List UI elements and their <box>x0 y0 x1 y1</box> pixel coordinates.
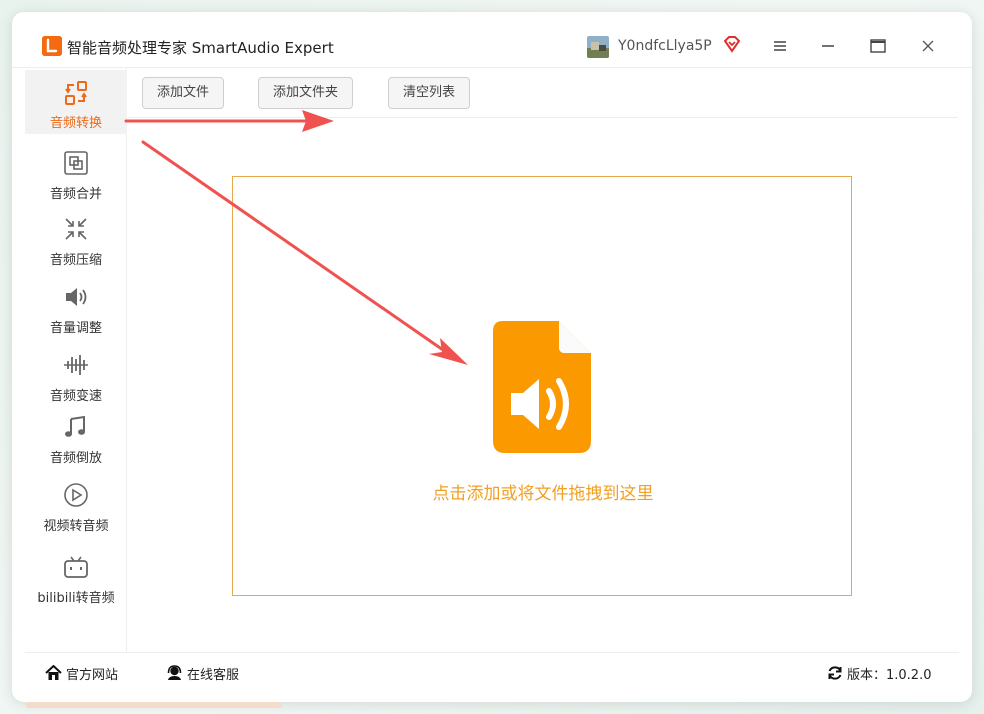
sidebar-item-label: 音频变速 <box>49 389 102 404</box>
sidebar: 音频转换 音频合并 音频压缩 音量调整 音频变速 音频倒放 视频转音频 bili… <box>25 68 127 652</box>
music-note-icon <box>65 415 85 437</box>
sidebar-item-label: 音频合并 <box>49 187 102 202</box>
official-website-link[interactable]: 官方网站 <box>45 663 118 683</box>
convert-icon <box>65 81 87 105</box>
sidebar-item-label: bilibili转音频 <box>37 591 115 606</box>
vip-diamond-icon[interactable] <box>722 34 742 58</box>
minimize-button[interactable] <box>818 36 838 56</box>
sidebar-item-video-to-audio[interactable]: 视频转音频 <box>25 480 127 544</box>
sidebar-item-label: 音频转换 <box>49 116 102 131</box>
title-bar: 智能音频处理专家 SmartAudio Expert Y0ndfcLlya5P <box>12 12 972 68</box>
sidebar-item-audio-merge[interactable]: 音频合并 <box>25 144 127 208</box>
add-folder-button[interactable]: 添加文件夹 <box>258 77 354 109</box>
close-button[interactable] <box>918 36 938 56</box>
speed-icon <box>64 355 88 375</box>
file-drop-zone[interactable]: 点击添加或将文件拖拽到这里 <box>232 176 852 596</box>
taskbar-strip <box>26 702 282 708</box>
audio-file-icon <box>493 321 591 453</box>
footer: 官方网站 在线客服 版本：1.0.2.0 <box>25 652 959 692</box>
compress-icon <box>65 218 87 240</box>
clear-list-button[interactable]: 清空列表 <box>388 77 471 109</box>
app-title: 智能音频处理专家 SmartAudio Expert <box>67 39 334 57</box>
sidebar-item-label: 音频倒放 <box>49 451 102 466</box>
sidebar-item-bilibili[interactable]: bilibili转音频 <box>25 552 127 616</box>
sidebar-item-label: 音频压缩 <box>49 253 102 268</box>
menu-icon[interactable] <box>770 36 790 56</box>
play-icon <box>64 483 88 507</box>
app-window: 智能音频处理专家 SmartAudio Expert Y0ndfcLlya5P <box>12 12 972 702</box>
toolbar: 添加文件 添加文件夹 清空列表 <box>128 68 958 118</box>
version-info[interactable]: 版本：1.0.2.0 <box>827 663 931 683</box>
add-file-button[interactable]: 添加文件 <box>142 77 225 109</box>
online-support-label: 在线客服 <box>187 667 240 683</box>
merge-icon <box>64 151 88 175</box>
headset-icon <box>167 665 182 680</box>
volume-icon <box>66 288 87 306</box>
sidebar-item-label: 视频转音频 <box>43 519 109 534</box>
app-logo-icon <box>42 36 62 56</box>
maximize-button[interactable] <box>868 36 888 56</box>
avatar[interactable] <box>587 36 609 58</box>
sidebar-item-volume[interactable]: 音量调整 <box>25 280 127 344</box>
sidebar-item-speed[interactable]: 音频变速 <box>25 348 127 412</box>
sidebar-item-audio-compress[interactable]: 音频压缩 <box>25 212 127 276</box>
bilibili-icon <box>64 556 88 578</box>
online-support-link[interactable]: 在线客服 <box>166 663 239 683</box>
home-icon <box>45 665 62 680</box>
drop-zone-prompt: 点击添加或将文件拖拽到这里 <box>432 484 654 504</box>
sidebar-item-reverse[interactable]: 音频倒放 <box>25 412 127 476</box>
username[interactable]: Y0ndfcLlya5P <box>618 38 712 54</box>
official-website-label: 官方网站 <box>66 667 119 683</box>
sidebar-item-label: 音量调整 <box>49 321 102 336</box>
sidebar-item-audio-convert[interactable]: 音频转换 <box>25 70 127 134</box>
refresh-icon <box>828 666 842 680</box>
version-label: 版本：1.0.2.0 <box>847 667 932 683</box>
